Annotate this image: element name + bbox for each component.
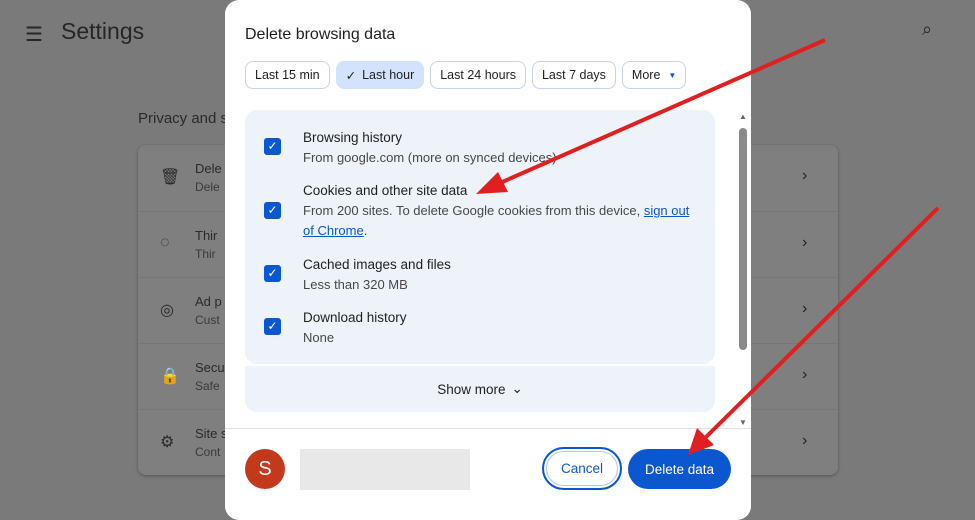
chip-label: More: [631, 68, 661, 82]
checkbox-browsing-history[interactable]: ✓: [264, 138, 281, 155]
row-sub: Cont: [195, 445, 221, 459]
scrollbar-thumb[interactable]: [739, 128, 747, 350]
menu-icon[interactable]: ☰: [25, 22, 45, 47]
checkbox-download-history[interactable]: ✓: [264, 318, 281, 335]
scroll-down-icon[interactable]: ▼: [739, 418, 747, 427]
row-title: Dele: [195, 161, 222, 176]
row-title: Secu: [195, 360, 225, 375]
search-icon[interactable]: ⌕: [922, 19, 932, 40]
section-heading: Privacy and s: [138, 110, 229, 127]
row-sub: Cust: [195, 313, 220, 327]
account-redacted: [300, 449, 470, 490]
scroll-up-icon[interactable]: ▲: [739, 112, 747, 121]
row-title: Thir: [195, 228, 218, 243]
item-sub: From 200 sites. To delete Google cookies…: [303, 203, 644, 218]
row-title: Ad p: [195, 294, 222, 309]
check-icon: ✓: [345, 68, 357, 83]
checkbox-cookies[interactable]: ✓: [264, 202, 281, 219]
chevron-right-icon: ›: [802, 167, 808, 184]
divider: [225, 428, 751, 429]
chip-last-24-hours[interactable]: Last 24 hours: [430, 61, 526, 89]
delete-data-button[interactable]: Delete data: [628, 449, 731, 489]
chip-label: Last hour: [362, 68, 415, 82]
ad-icon: ◎: [160, 302, 174, 319]
chip-last-hour[interactable]: ✓ Last hour: [335, 61, 425, 89]
chevron-right-icon: ›: [802, 234, 808, 251]
chip-last-15-min[interactable]: Last 15 min: [245, 61, 330, 89]
row-sub: Safe: [195, 379, 220, 393]
sliders-icon: ⚙: [160, 434, 175, 451]
show-more-label: Show more: [437, 381, 506, 397]
item-title: Browsing history: [303, 130, 403, 145]
time-range-chips: Last 15 min ✓ Last hour Last 24 hours Las…: [245, 61, 687, 89]
lock-icon: 🔒: [160, 368, 180, 385]
chevron-down-icon: ⌄: [511, 381, 523, 396]
item-title: Download history: [303, 310, 407, 325]
chip-last-7-days[interactable]: Last 7 days: [531, 61, 616, 89]
item-title: Cookies and other site data: [303, 183, 468, 198]
item-sub: Less than 320 MB: [303, 277, 408, 292]
data-types-panel: ✓ Browsing history From google.com (more…: [245, 110, 715, 364]
item-sub: From google.com (more on synced devices): [303, 150, 557, 165]
chevron-right-icon: ›: [802, 432, 808, 449]
cancel-button[interactable]: Cancel: [542, 447, 622, 490]
chip-more[interactable]: More ▼: [621, 61, 687, 89]
trash-icon: 🗑: [160, 169, 181, 186]
chevron-right-icon: ›: [802, 366, 808, 383]
dialog-title: Delete browsing data: [245, 26, 396, 43]
item-title: Cached images and files: [303, 257, 451, 272]
row-title: Site s: [195, 426, 228, 441]
avatar: S: [245, 449, 285, 489]
delete-browsing-data-dialog: Delete browsing data Last 15 min ✓ Last h…: [225, 0, 751, 520]
item-sub-end: .: [363, 223, 368, 238]
row-sub: Dele: [195, 180, 220, 194]
chevron-right-icon: ›: [802, 300, 808, 317]
cookie-icon: ◌: [160, 234, 170, 251]
item-sub: None: [303, 330, 335, 345]
show-more-button[interactable]: Show more ⌄: [245, 366, 715, 412]
row-sub: Thir: [195, 247, 216, 261]
caret-down-icon: ▼: [668, 70, 677, 80]
page-title: Settings: [61, 18, 145, 44]
checkbox-cached-images[interactable]: ✓: [264, 265, 281, 282]
